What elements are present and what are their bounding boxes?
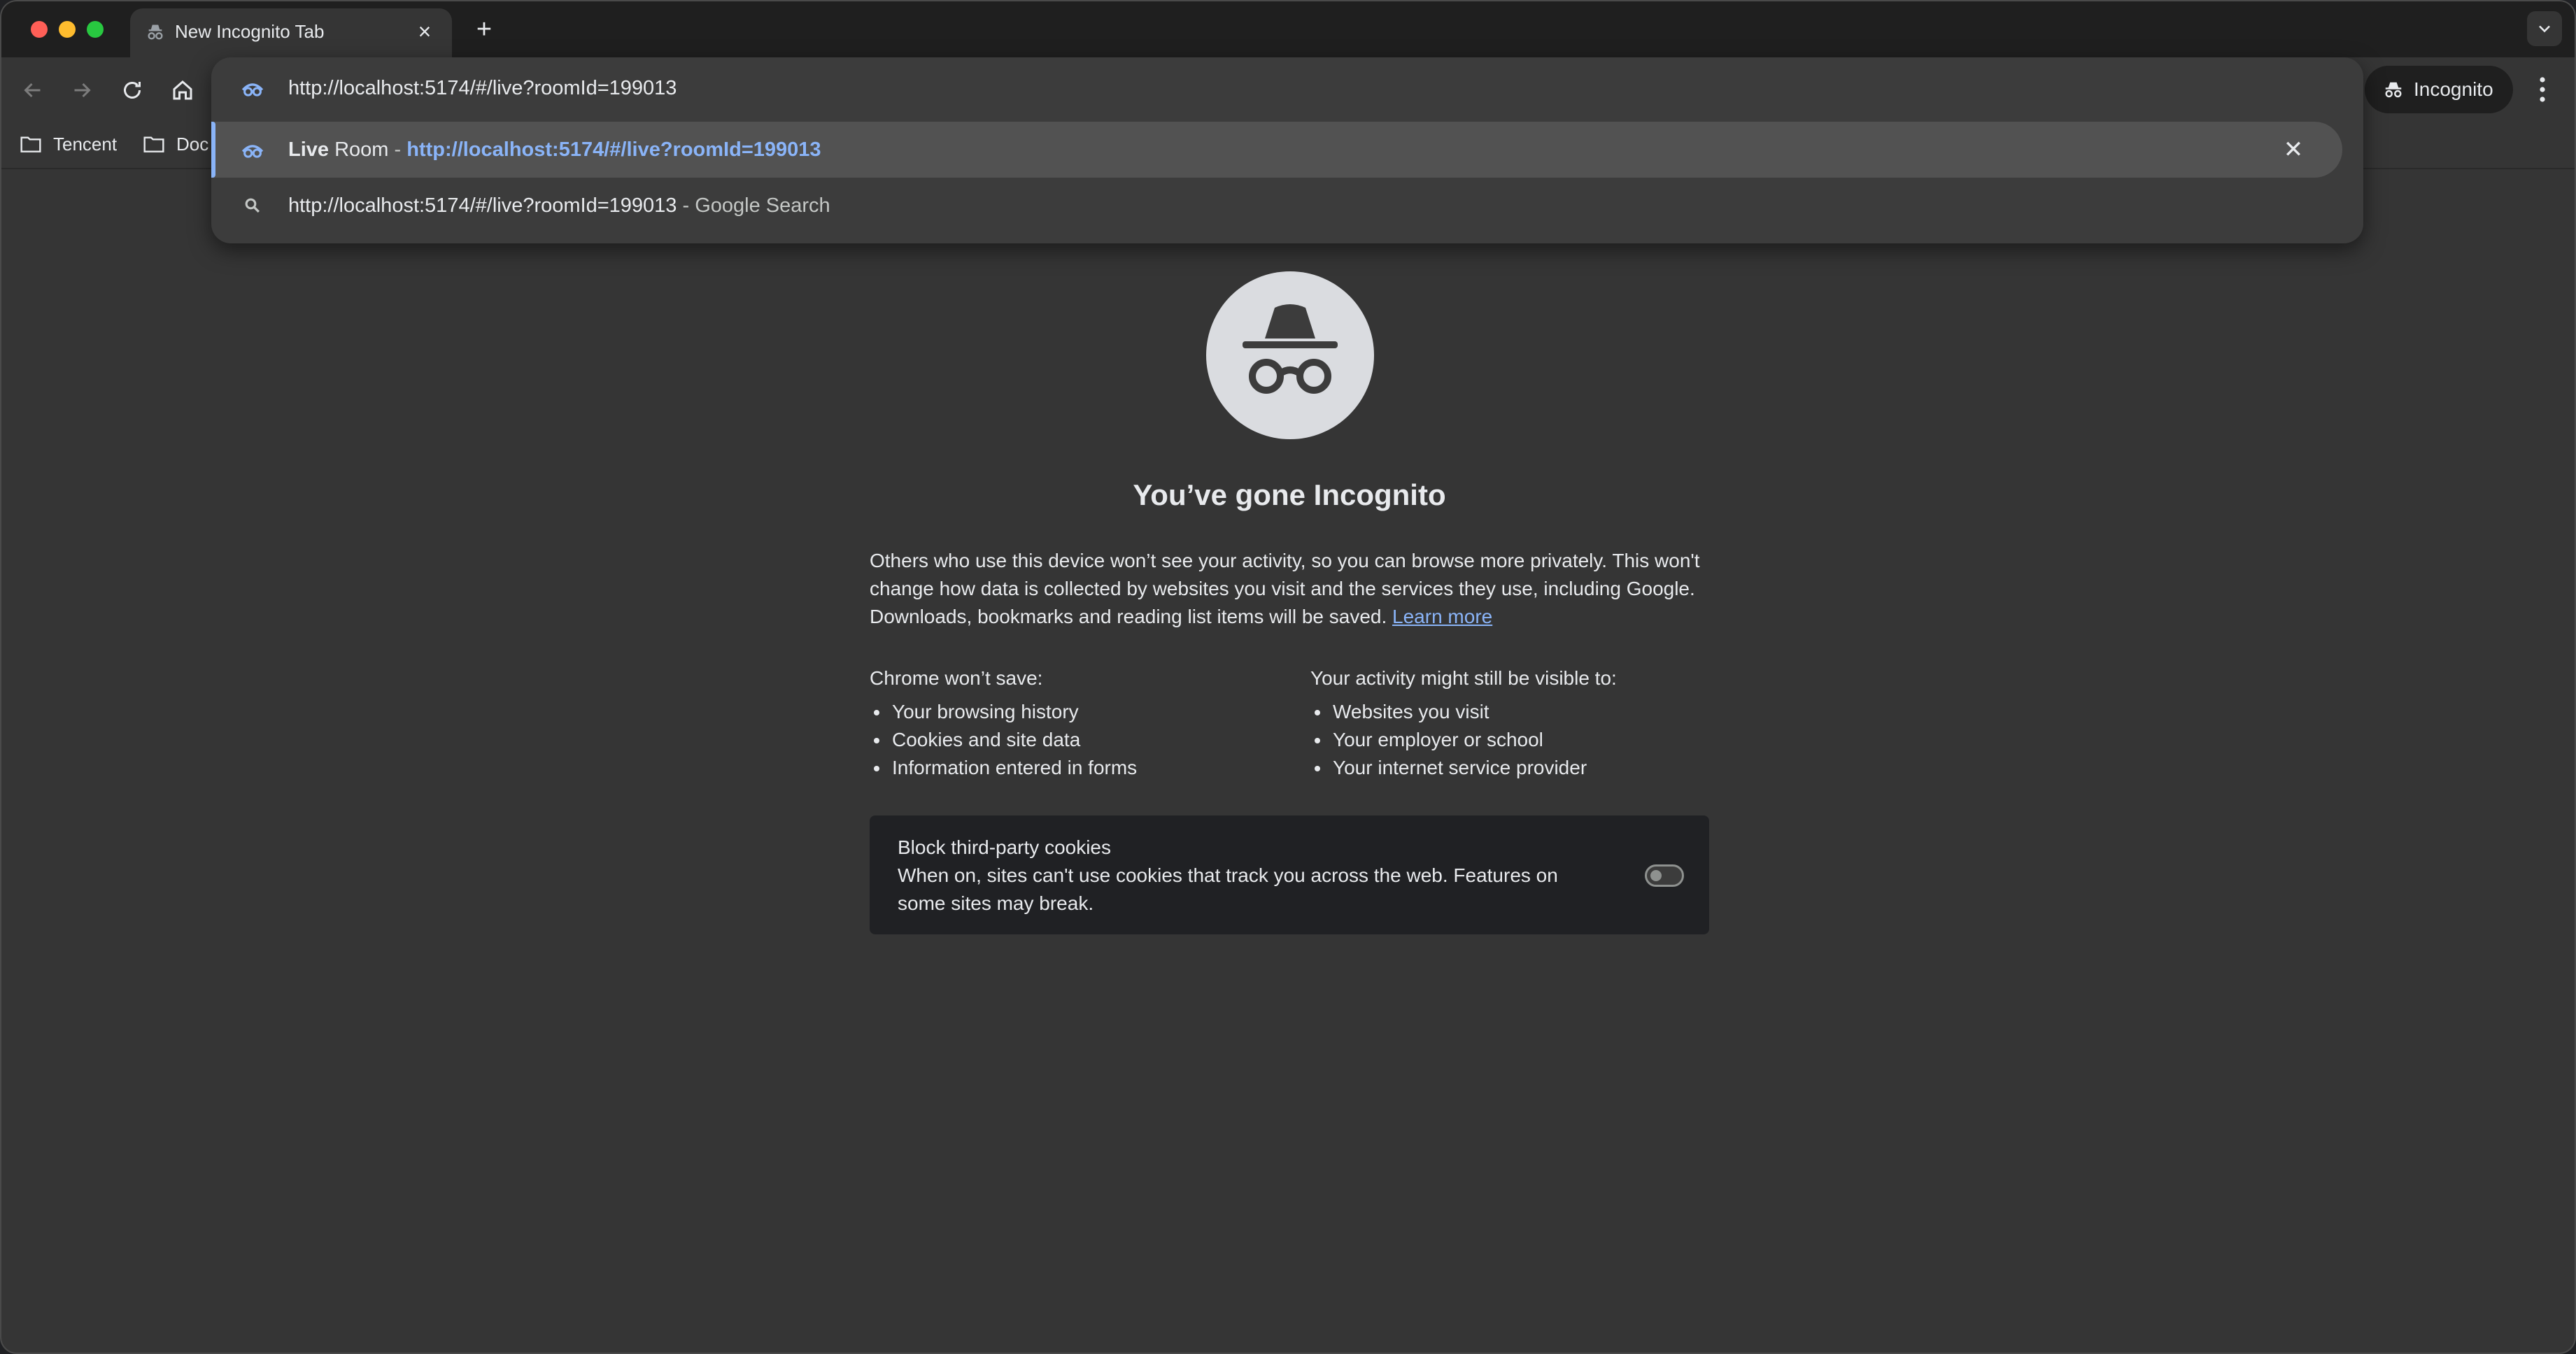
browser-window: New Incognito Tab × + Incognito Tencent … xyxy=(0,0,2576,1354)
reload-icon xyxy=(124,82,141,99)
incognito-icon xyxy=(2385,82,2402,98)
address-bar-input[interactable] xyxy=(288,74,1338,102)
activity-visible-section: Your activity might still be visible to:… xyxy=(1310,664,1730,782)
incognito-hero-icon xyxy=(1206,271,1374,439)
suggestion-query: http://localhost:5174/#/live?roomId=1990… xyxy=(288,194,677,217)
incognito-icon xyxy=(148,24,163,40)
tab-new-incognito[interactable]: New Incognito Tab × xyxy=(130,8,452,59)
suggestion-suffix: - Google Search xyxy=(677,194,830,217)
arrow-left-icon xyxy=(24,83,41,98)
cookie-title: Block third-party cookies xyxy=(898,836,1112,858)
suggestion-title-rest: Room xyxy=(329,138,389,161)
page-title: You’ve gone Incognito xyxy=(1133,478,1446,511)
suggestion-text: Live Room - http://localhost:5174/#/live… xyxy=(288,136,821,164)
list-item: Your employer or school xyxy=(1310,726,1730,754)
reload-button[interactable] xyxy=(115,73,150,108)
bookmark-label: Doc xyxy=(176,134,209,155)
list-item: Information entered in forms xyxy=(870,754,1289,782)
suggestion-url: http://localhost:5174/#/live?roomId=1990… xyxy=(406,138,821,161)
omnibox-dropdown: Live Room - http://localhost:5174/#/live… xyxy=(211,57,2363,243)
tab-title: New Incognito Tab xyxy=(175,21,325,42)
bookmark-folder-tencent[interactable]: Tencent xyxy=(20,129,132,159)
selection-indicator xyxy=(211,122,215,178)
chevron-down-icon xyxy=(2539,25,2550,33)
omnibox-row xyxy=(211,57,2363,119)
bookmark-label: Tencent xyxy=(53,134,118,155)
more-menu-button[interactable] xyxy=(2526,73,2559,106)
incognito-label: Incognito xyxy=(2414,78,2493,100)
chrome-wont-save-section: Chrome won’t save: Your browsing history… xyxy=(870,664,1289,782)
section-title: Your activity might still be visible to: xyxy=(1310,667,1617,689)
close-window-button[interactable] xyxy=(31,21,48,38)
block-cookies-toggle[interactable] xyxy=(1645,864,1684,887)
omnibox-suggestion-live-room[interactable]: Live Room - http://localhost:5174/#/live… xyxy=(211,122,2342,178)
cookie-description: When on, sites can't use cookies that tr… xyxy=(898,864,1558,914)
home-button[interactable] xyxy=(165,73,200,108)
intro-text: Others who use this device won’t see you… xyxy=(870,550,1700,627)
maximize-window-button[interactable] xyxy=(87,21,104,38)
list-item: Your browsing history xyxy=(870,698,1289,726)
folder-icon xyxy=(143,136,164,152)
forward-button[interactable] xyxy=(64,73,99,108)
list-item: Your internet service provider xyxy=(1310,754,1730,782)
list-item: Cookies and site data xyxy=(870,726,1289,754)
section-title: Chrome won’t save: xyxy=(870,667,1043,689)
intro-paragraph: Others who use this device won’t see you… xyxy=(870,547,1709,631)
incognito-profile-button[interactable]: Incognito xyxy=(2365,66,2513,113)
home-icon xyxy=(173,80,192,100)
new-tab-button[interactable]: + xyxy=(469,14,500,45)
tab-strip: New Incognito Tab × + xyxy=(1,1,2575,59)
list-item: Websites you visit xyxy=(1310,698,1730,726)
suggestion-text: http://localhost:5174/#/live?roomId=1990… xyxy=(288,192,830,220)
tab-close-icon[interactable]: × xyxy=(413,20,437,43)
learn-more-link[interactable]: Learn more xyxy=(1392,606,1492,627)
suggestion-title-match: Live xyxy=(288,138,330,161)
folder-icon xyxy=(20,136,41,152)
site-favicon-icon xyxy=(241,145,264,158)
site-favicon-icon xyxy=(241,83,264,97)
arrow-right-icon xyxy=(74,83,91,98)
third-party-cookies-card: Block third-party cookies When on, sites… xyxy=(870,815,1709,934)
back-button[interactable] xyxy=(15,73,50,108)
tab-search-button[interactable] xyxy=(2527,11,2562,46)
bookmark-folder-doc[interactable]: Doc xyxy=(143,129,220,159)
minimize-window-button[interactable] xyxy=(59,21,76,38)
omnibox-suggestion-search[interactable]: http://localhost:5174/#/live?roomId=1990… xyxy=(211,178,2342,234)
more-vertical-icon xyxy=(2540,77,2545,102)
suggestion-separator: - xyxy=(388,138,407,161)
remove-suggestion-icon[interactable]: ✕ xyxy=(2279,136,2307,164)
search-icon xyxy=(245,198,260,213)
